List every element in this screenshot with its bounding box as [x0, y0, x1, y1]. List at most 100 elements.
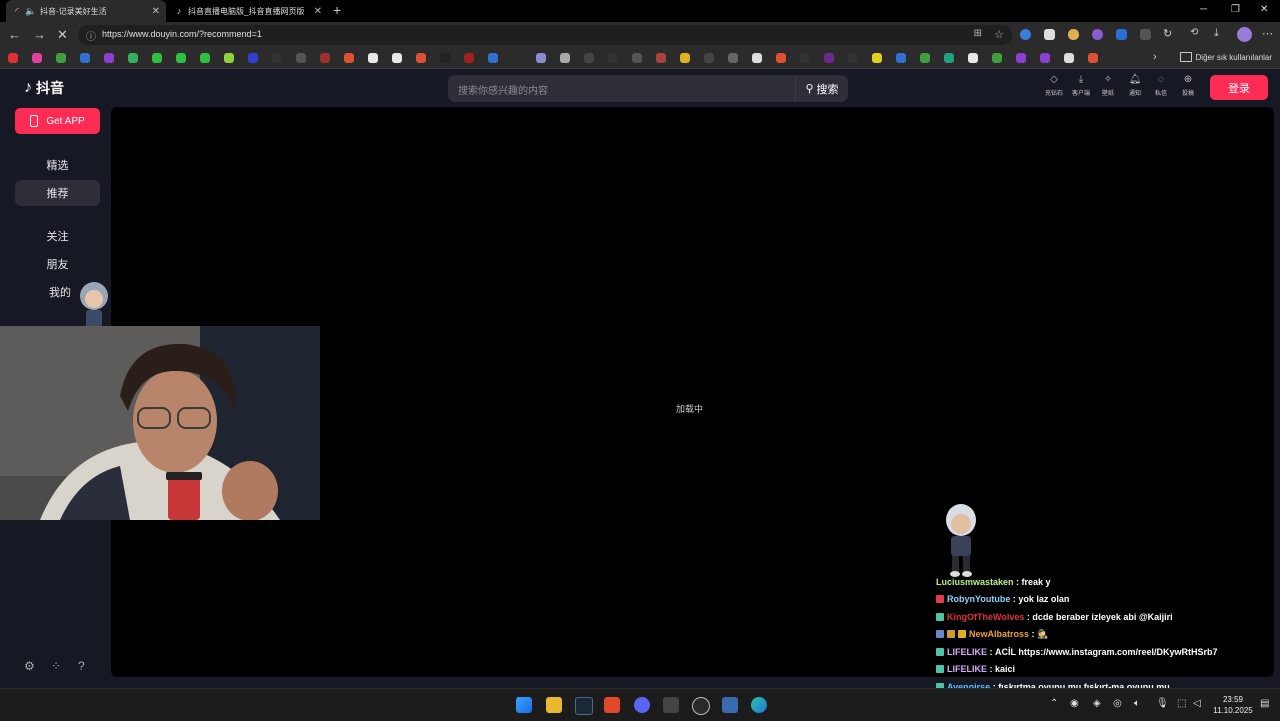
bookmark-favicon-icon[interactable] — [464, 53, 474, 63]
bookmark-favicon-icon[interactable] — [656, 53, 666, 63]
bookmark-favicon-icon[interactable] — [896, 53, 906, 63]
app-icon[interactable] — [722, 697, 738, 713]
bookmark-favicon-icon[interactable] — [1016, 53, 1026, 63]
discord-icon[interactable] — [634, 697, 650, 713]
extension-icon[interactable] — [1044, 29, 1055, 40]
notification-icon[interactable]: ▤ — [1260, 698, 1269, 709]
bookmark-favicon-icon[interactable] — [872, 53, 882, 63]
bookmark-favicon-icon[interactable] — [800, 53, 810, 63]
bookmark-favicon-icon[interactable] — [944, 53, 954, 63]
bookmark-favicon-icon[interactable] — [1064, 53, 1074, 63]
bookmark-favicon-icon[interactable] — [992, 53, 1002, 63]
bookmark-favicon-icon[interactable] — [176, 53, 186, 63]
bookmark-favicon-icon[interactable] — [248, 53, 258, 63]
new-tab-button[interactable]: + — [333, 2, 341, 18]
chevron-right-icon[interactable]: › — [1153, 51, 1157, 63]
bookmark-favicon-icon[interactable] — [584, 53, 594, 63]
bookmark-favicon-icon[interactable] — [632, 53, 642, 63]
steam-tray-icon[interactable]: ◎ — [1113, 698, 1122, 709]
more-menu-icon[interactable]: ⋯ — [1262, 27, 1273, 40]
url-bar[interactable]: ⓘ https://www.douyin.com/?recommend=1 ⊞ … — [78, 25, 1012, 45]
collections-icon[interactable]: ⟲ — [1190, 27, 1198, 38]
bookmark-favicon-icon[interactable] — [296, 53, 306, 63]
bookmark-favicon-icon[interactable] — [560, 53, 570, 63]
bookmark-favicon-icon[interactable] — [968, 53, 978, 63]
bookmark-favicon-icon[interactable] — [104, 53, 114, 63]
bookmark-favicon-icon[interactable] — [536, 53, 546, 63]
bookmark-favicon-icon[interactable] — [920, 53, 930, 63]
bookmark-favicon-icon[interactable] — [128, 53, 138, 63]
sidebar-item-recommend[interactable]: 推荐 — [15, 180, 100, 206]
bookmark-favicon-icon[interactable] — [392, 53, 402, 63]
bookmark-favicon-icon[interactable] — [680, 53, 690, 63]
close-tab-icon[interactable]: ✕ — [314, 6, 322, 17]
tab-douyin-live[interactable]: ♪ 抖音直播电脑版_抖音直播网页版 ✕ — [168, 0, 328, 22]
bookmark-favicon-icon[interactable] — [704, 53, 714, 63]
header-message[interactable]: ◌ 私信 — [1148, 74, 1174, 97]
grid-icon[interactable]: ⁘ — [51, 659, 61, 673]
clock[interactable]: 23:59 11.10.2025 — [1210, 694, 1256, 716]
minimize-button[interactable]: ─ — [1200, 4, 1207, 15]
bookmark-favicon-icon[interactable] — [776, 53, 786, 63]
volume-icon[interactable]: ◁ — [1193, 698, 1201, 709]
bookmark-favicon-icon[interactable] — [224, 53, 234, 63]
search-input[interactable]: 搜索你感兴趣的内容 — [458, 82, 548, 97]
bookmark-favicon-icon[interactable] — [752, 53, 762, 63]
get-app-button[interactable]: Get APP — [15, 108, 100, 134]
header-diamond[interactable]: ◇ 充钻石 — [1041, 74, 1067, 97]
header-wallpaper[interactable]: ✧ 壁纸 — [1095, 74, 1121, 97]
site-info-icon[interactable]: ⓘ — [86, 28, 96, 43]
apps-icon[interactable]: ⊞ — [974, 28, 982, 39]
bookmark-favicon-icon[interactable] — [272, 53, 282, 63]
bookmark-favicon-icon[interactable] — [848, 53, 858, 63]
header-upload[interactable]: ⊕ 投稿 — [1175, 74, 1201, 97]
steam-icon[interactable] — [575, 697, 593, 715]
refresh-extension-icon[interactable]: ↻ — [1163, 27, 1172, 40]
bookmark-favicon-icon[interactable] — [152, 53, 162, 63]
bookmark-folder[interactable]: Diğer sık kullanılanlar — [1179, 52, 1272, 62]
extension-icon[interactable] — [1068, 29, 1079, 40]
bookmark-favicon-icon[interactable] — [344, 53, 354, 63]
bookmark-favicon-icon[interactable] — [824, 53, 834, 63]
obs-icon[interactable] — [692, 697, 710, 715]
tab-douyin[interactable]: ◜ 🔈 抖音-记录美好生活 ✕ — [6, 0, 166, 22]
extension-icon[interactable] — [1092, 29, 1103, 40]
sidebar-item-featured[interactable]: 精选 — [15, 152, 100, 178]
bookmark-favicon-icon[interactable] — [488, 53, 498, 63]
bookmark-favicon-icon[interactable] — [728, 53, 738, 63]
bookmark-favicon-icon[interactable] — [8, 53, 18, 63]
tray-icon[interactable]: ◈ — [1093, 698, 1101, 709]
maximize-button[interactable]: ❐ — [1231, 4, 1240, 15]
favorite-star-icon[interactable]: ☆ — [994, 28, 1004, 41]
sidebar-item-following[interactable]: 关注 — [15, 223, 100, 249]
bookmark-favicon-icon[interactable] — [440, 53, 450, 63]
bookmark-favicon-icon[interactable] — [32, 53, 42, 63]
network-icon[interactable]: ⬚ — [1177, 698, 1186, 709]
file-explorer-icon[interactable] — [546, 697, 562, 713]
stop-loading-button[interactable]: ✕ — [57, 27, 68, 43]
speaker-icon[interactable]: 🔈 — [25, 6, 36, 16]
extension-icon[interactable] — [1140, 29, 1151, 40]
close-tab-icon[interactable]: ✕ — [152, 6, 160, 17]
microphone-icon[interactable]: 🎙︎ — [1156, 698, 1169, 709]
bookmark-favicon-icon[interactable] — [416, 53, 426, 63]
bookmark-favicon-icon[interactable] — [1088, 53, 1098, 63]
app-icon[interactable] — [663, 697, 679, 713]
bookmark-favicon-icon[interactable] — [608, 53, 618, 63]
bookmark-favicon-icon[interactable] — [512, 53, 522, 63]
speaker-icon[interactable]: 🔈︎ — [1134, 698, 1140, 709]
back-button[interactable]: ← — [8, 27, 21, 42]
tray-icon[interactable]: ◉ — [1070, 698, 1079, 709]
bookmark-favicon-icon[interactable] — [80, 53, 90, 63]
settings-icon[interactable]: ⚙ — [24, 659, 35, 673]
forward-button[interactable]: → — [33, 27, 46, 42]
login-button[interactable]: 登录 — [1210, 75, 1268, 100]
bookmark-favicon-icon[interactable] — [368, 53, 378, 63]
bookmark-favicon-icon[interactable] — [56, 53, 66, 63]
search-button[interactable]: ⚲ 搜索 — [795, 75, 848, 102]
bookmark-favicon-icon[interactable] — [200, 53, 210, 63]
windows-start-icon[interactable] — [516, 697, 532, 713]
header-notification[interactable]: 🔔︎ 通知 — [1122, 74, 1148, 97]
window-close-button[interactable]: ✕ — [1260, 4, 1268, 15]
bookmark-favicon-icon[interactable] — [320, 53, 330, 63]
